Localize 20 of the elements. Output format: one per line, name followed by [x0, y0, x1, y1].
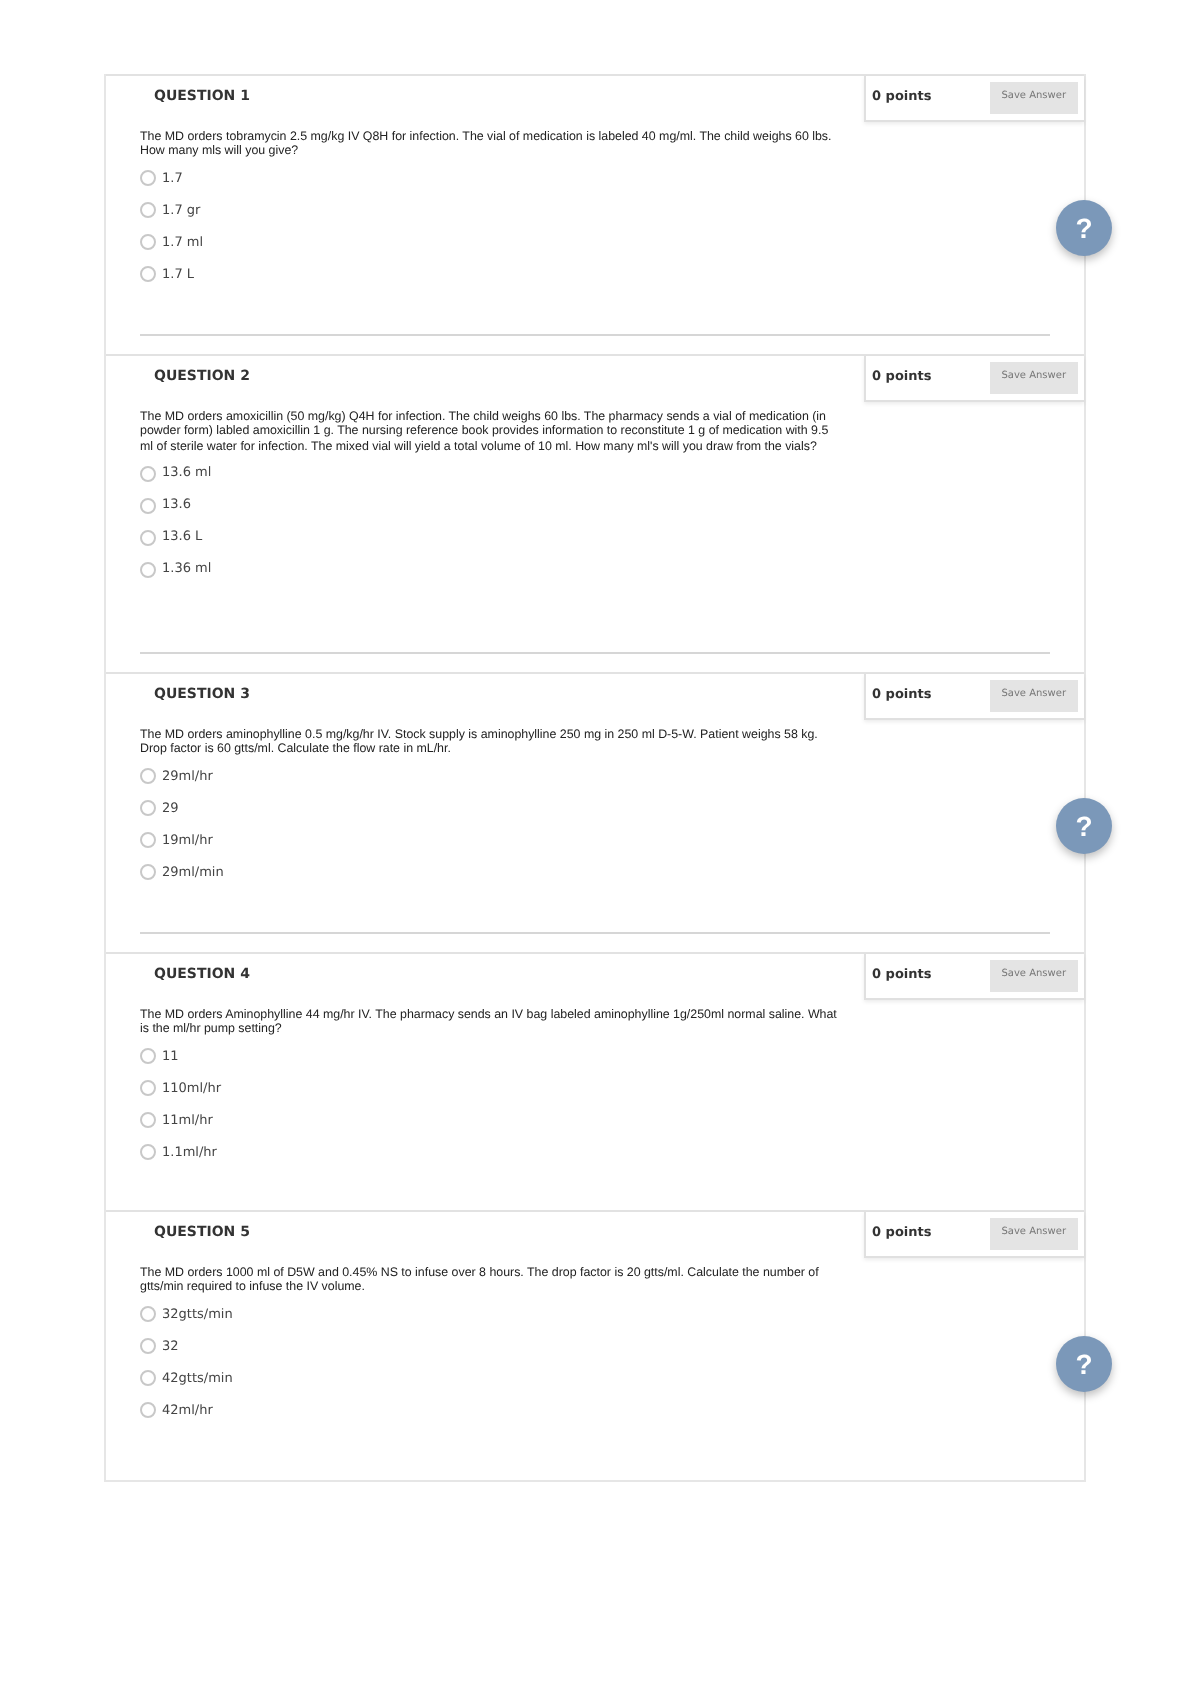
radio-button[interactable] — [140, 497, 156, 513]
radio-button[interactable] — [140, 561, 156, 577]
radio-button[interactable] — [140, 1112, 156, 1128]
radio-button[interactable] — [140, 1402, 156, 1418]
radio-button[interactable] — [140, 1338, 156, 1354]
radio-button[interactable] — [140, 800, 156, 816]
radio-button[interactable] — [140, 202, 156, 218]
radio-button[interactable] — [140, 1048, 156, 1064]
radio-button[interactable] — [140, 234, 156, 250]
radio-button[interactable] — [140, 465, 156, 481]
radio-button[interactable] — [140, 170, 156, 186]
radio-button[interactable] — [140, 266, 156, 282]
radio-button[interactable] — [140, 1306, 156, 1322]
radio-button[interactable] — [140, 1144, 156, 1160]
radio-button[interactable] — [140, 1080, 156, 1096]
radio-button[interactable] — [140, 832, 156, 848]
radio-button[interactable] — [140, 1370, 156, 1386]
radio-button[interactable] — [140, 529, 156, 545]
radio-button[interactable] — [140, 864, 156, 880]
radio-button[interactable] — [140, 768, 156, 784]
